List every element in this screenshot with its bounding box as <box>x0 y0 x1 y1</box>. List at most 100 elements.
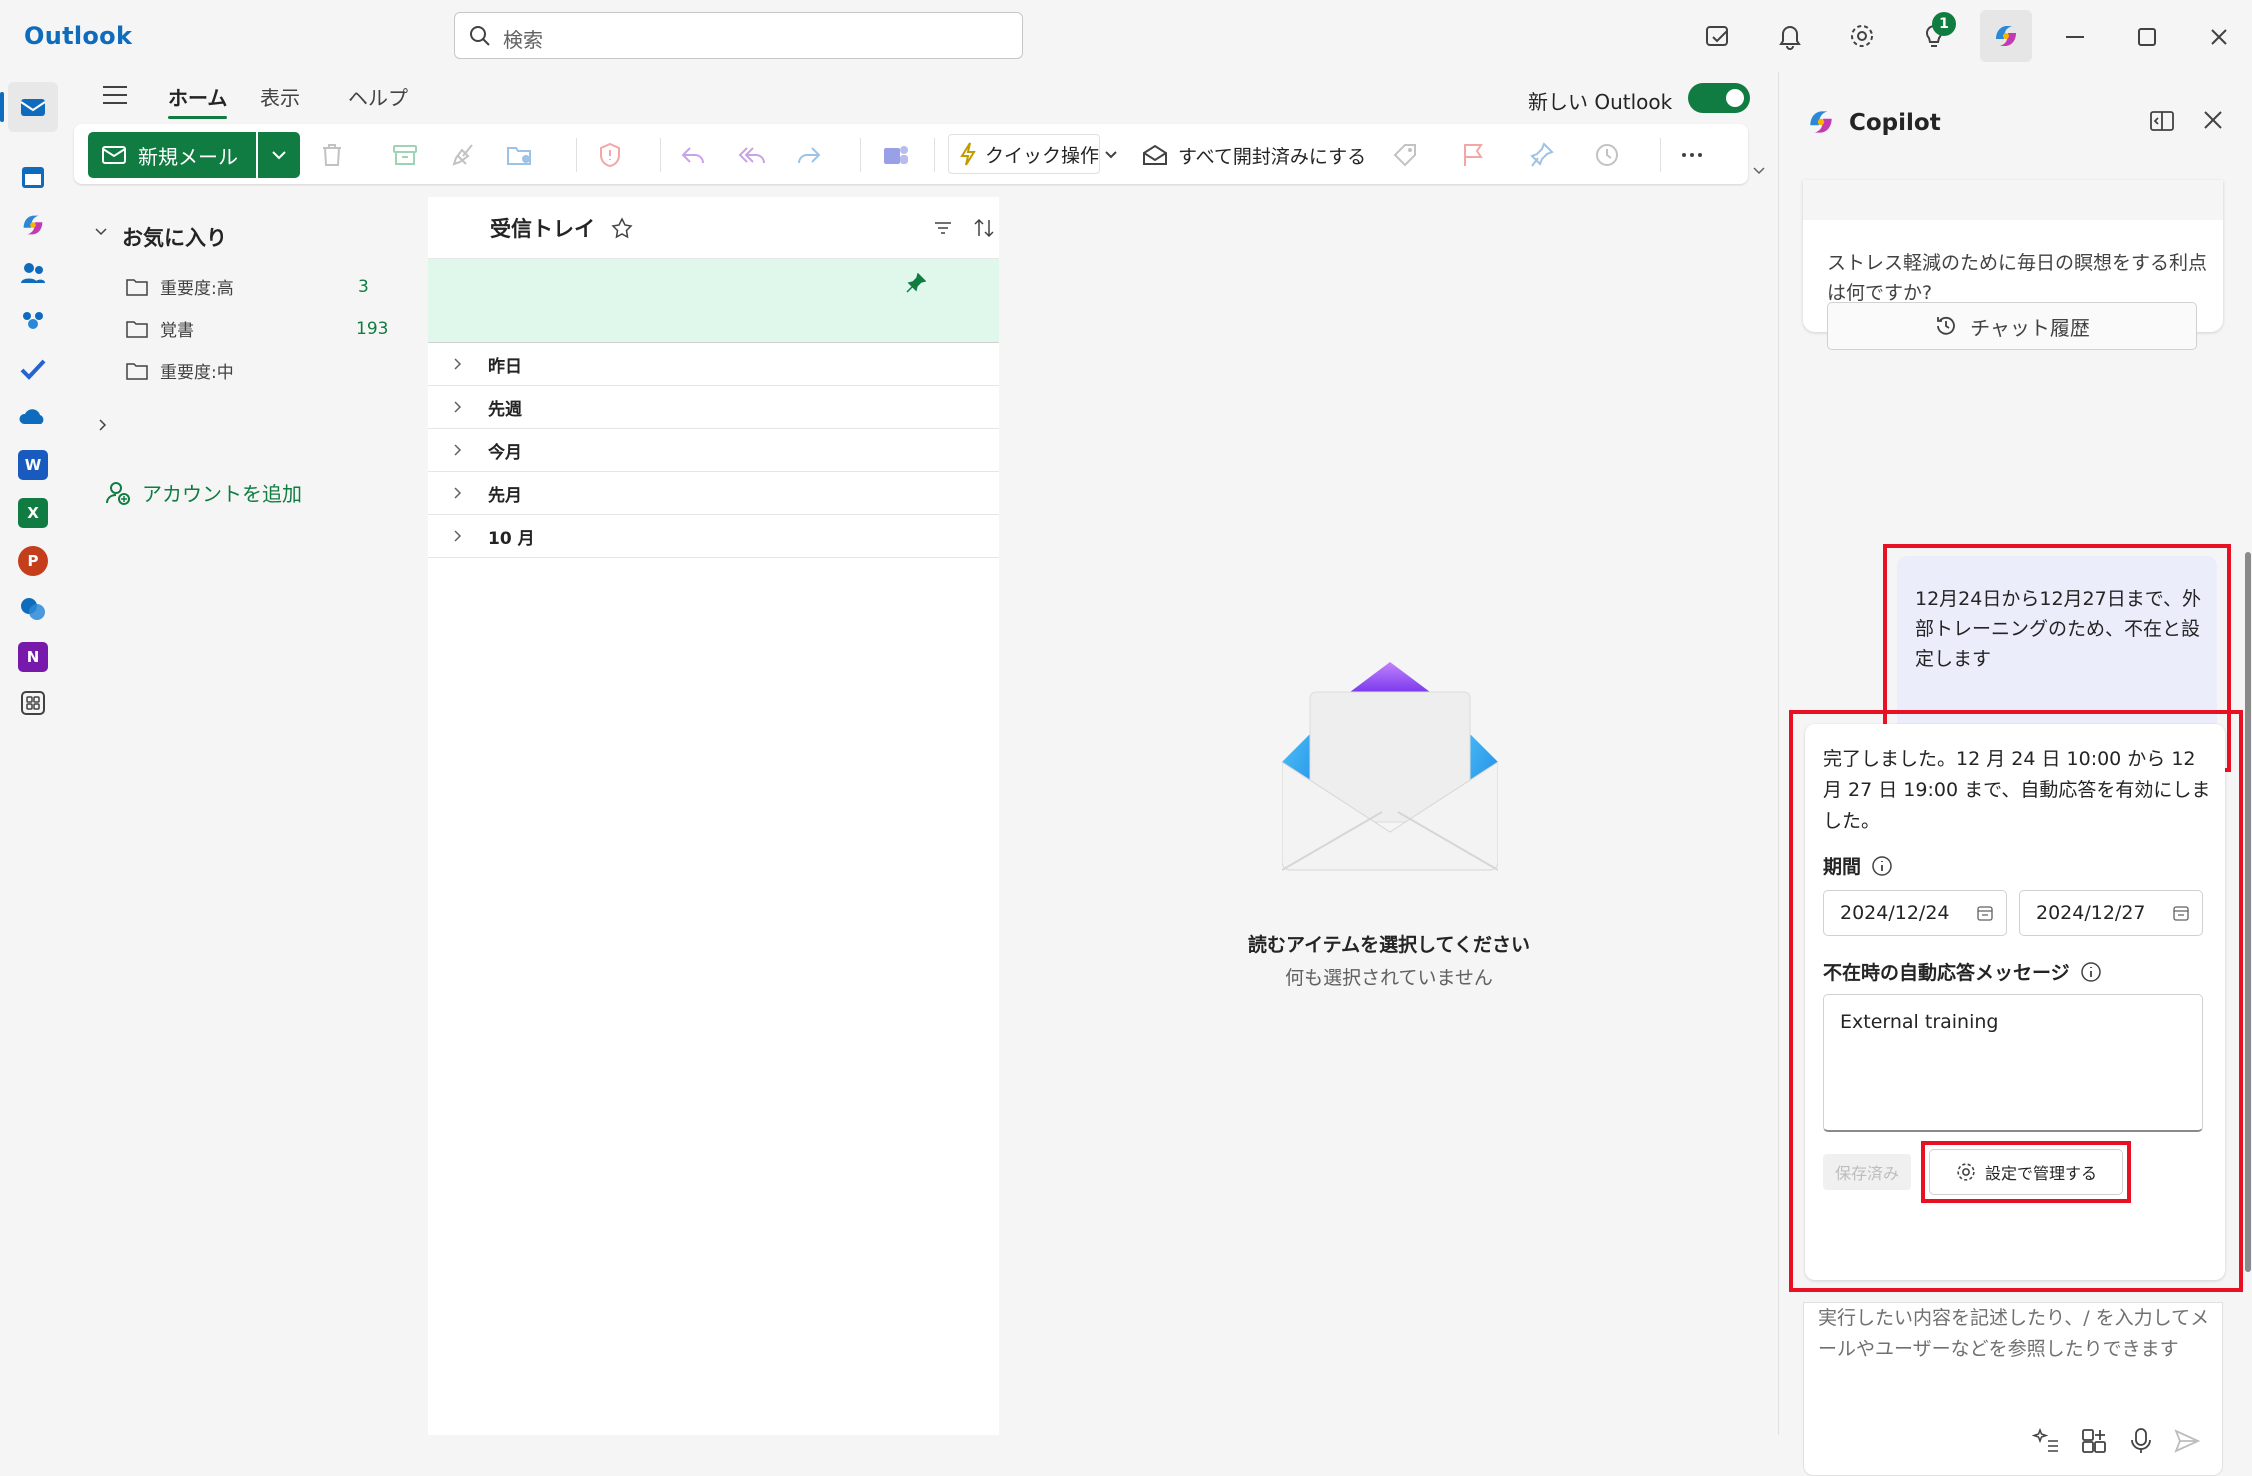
chevron-down-icon[interactable] <box>94 227 108 237</box>
info-icon[interactable] <box>1871 855 1893 877</box>
rail-copilot[interactable] <box>8 200 58 250</box>
group-header[interactable]: 先月 <box>428 472 999 515</box>
folder-item[interactable]: 重要度:中 <box>126 358 234 383</box>
copilot-logo-icon <box>1810 111 1832 133</box>
chevron-right-icon[interactable] <box>98 418 108 432</box>
report-button[interactable] <box>598 138 622 172</box>
copilot-icon <box>23 215 43 235</box>
notifications-button[interactable] <box>1764 10 1816 62</box>
flag-button[interactable] <box>1462 138 1484 172</box>
archive-button[interactable] <box>392 138 418 172</box>
onenote-icon: N <box>18 642 48 672</box>
delete-button[interactable] <box>320 138 344 172</box>
forward-button[interactable] <box>796 138 822 172</box>
copilot-toggle-button[interactable] <box>1980 10 2032 62</box>
hamburger-menu-icon[interactable] <box>102 84 128 106</box>
pinned-message[interactable] <box>428 259 999 343</box>
close-window-button[interactable] <box>2210 28 2228 46</box>
group-header[interactable]: 今月 <box>428 429 999 472</box>
separator <box>1660 138 1661 172</box>
rail-more-apps[interactable] <box>8 678 58 728</box>
quick-steps-dropdown[interactable] <box>1104 138 1118 172</box>
sweep-button[interactable] <box>452 138 478 172</box>
new-mail-button[interactable]: 新規メール <box>88 132 256 178</box>
mark-all-read-button[interactable]: すべて開封済みにする <box>1142 138 1366 172</box>
group-header[interactable]: 10 月 <box>428 515 999 558</box>
tab-home[interactable]: ホーム <box>168 82 228 119</box>
rail-calendar[interactable] <box>8 152 58 202</box>
prompt-sparkle-icon[interactable] <box>2032 1427 2060 1455</box>
favorites-header[interactable]: お気に入り <box>122 222 227 252</box>
group-header[interactable]: 先週 <box>428 386 999 429</box>
new-outlook-toggle[interactable] <box>1688 83 1750 113</box>
rail-viva[interactable] <box>8 584 58 634</box>
teams-icon <box>884 146 908 164</box>
rail-onedrive[interactable] <box>8 392 58 442</box>
reply-icon <box>681 147 704 164</box>
rail-groups[interactable] <box>8 296 58 346</box>
chevron-right-icon <box>454 358 462 370</box>
start-date-input[interactable]: 2024/12/24 <box>1823 890 2007 936</box>
move-to-button[interactable] <box>506 138 534 172</box>
minimize-button[interactable] <box>2066 36 2084 38</box>
user-message-text: 12月24日から12月27日まで、外部トレーニングのため、不在と設定します <box>1915 588 2201 670</box>
tab-view[interactable]: 表示 <box>260 82 300 111</box>
calendar-icon <box>22 167 44 188</box>
info-icon[interactable] <box>2080 961 2102 983</box>
viva-icon <box>21 598 45 620</box>
chat-history-button[interactable]: チャット履歴 <box>1827 302 2197 350</box>
group-header[interactable]: 昨日 <box>428 343 999 386</box>
reply-all-button[interactable] <box>738 138 766 172</box>
mail-open-icon <box>1143 144 1167 165</box>
new-mail-dropdown[interactable] <box>258 132 300 178</box>
rail-powerpoint[interactable]: P <box>8 536 58 586</box>
more-options-button[interactable] <box>1680 138 1704 172</box>
message-list-header: 受信トレイ <box>428 197 999 259</box>
search-box[interactable]: 検索 <box>454 12 1023 59</box>
sort-icon[interactable] <box>973 218 995 238</box>
rail-people[interactable] <box>8 248 58 298</box>
copilot-scrollbar[interactable] <box>2245 552 2251 1272</box>
tab-help[interactable]: ヘルプ <box>348 82 408 111</box>
folder-item[interactable]: 重要度:高 3 <box>126 274 369 299</box>
apps-add-icon[interactable] <box>2080 1427 2108 1455</box>
group-label: 10 月 <box>488 528 535 549</box>
settings-button[interactable] <box>1836 10 1888 62</box>
ribbon-expand-icon[interactable] <box>1752 166 1766 176</box>
filter-icon[interactable] <box>933 220 953 236</box>
snooze-button[interactable] <box>1594 138 1620 172</box>
rail-excel[interactable]: X <box>8 488 58 538</box>
rail-todo[interactable] <box>8 344 58 394</box>
folder-count: 193 <box>356 318 389 339</box>
categorize-button[interactable] <box>1392 138 1418 172</box>
auto-reply-label-row: 不在時の自動応答メッセージ <box>1823 958 2102 985</box>
add-account-button[interactable]: アカウントを追加 <box>106 478 302 507</box>
search-input[interactable]: 検索 <box>503 24 543 53</box>
send-icon[interactable] <box>2174 1429 2200 1453</box>
end-date-input[interactable]: 2024/12/27 <box>2019 890 2203 936</box>
close-icon[interactable] <box>2203 110 2223 130</box>
lightning-icon <box>960 142 976 166</box>
auto-reply-textarea[interactable]: External training <box>1823 994 2203 1132</box>
reply-button[interactable] <box>680 138 706 172</box>
scroll-fade <box>1803 180 2223 220</box>
restore-button[interactable] <box>2138 28 2156 46</box>
my-day-button[interactable] <box>1692 10 1744 62</box>
manage-in-settings-button[interactable]: 設定で管理する <box>1929 1149 2123 1195</box>
copilot-input-placeholder[interactable]: 実行したい内容を記述したり、/ を入力してメールやユーザーなどを参照したりできま… <box>1818 1303 2214 1365</box>
rail-word[interactable]: W <box>8 440 58 490</box>
folder-icon <box>126 320 148 338</box>
powerpoint-icon: P <box>18 546 48 576</box>
pin-button[interactable] <box>1530 138 1554 172</box>
rail-mail[interactable] <box>8 82 58 132</box>
microphone-icon[interactable] <box>2128 1427 2154 1455</box>
star-icon[interactable] <box>611 216 633 239</box>
folder-move-icon <box>507 147 531 165</box>
popout-icon[interactable] <box>2149 110 2175 132</box>
folder-item[interactable]: 覚書 193 <box>126 316 388 341</box>
teams-share-button[interactable] <box>882 138 910 172</box>
copilot-input-box[interactable]: 実行したい内容を記述したり、/ を入力してメールやユーザーなどを参照したりできま… <box>1803 1302 2223 1476</box>
quick-steps-button[interactable]: クイック操作 <box>948 134 1100 174</box>
new-outlook-label: 新しい Outlook <box>1528 90 1673 114</box>
rail-onenote[interactable]: N <box>8 632 58 682</box>
